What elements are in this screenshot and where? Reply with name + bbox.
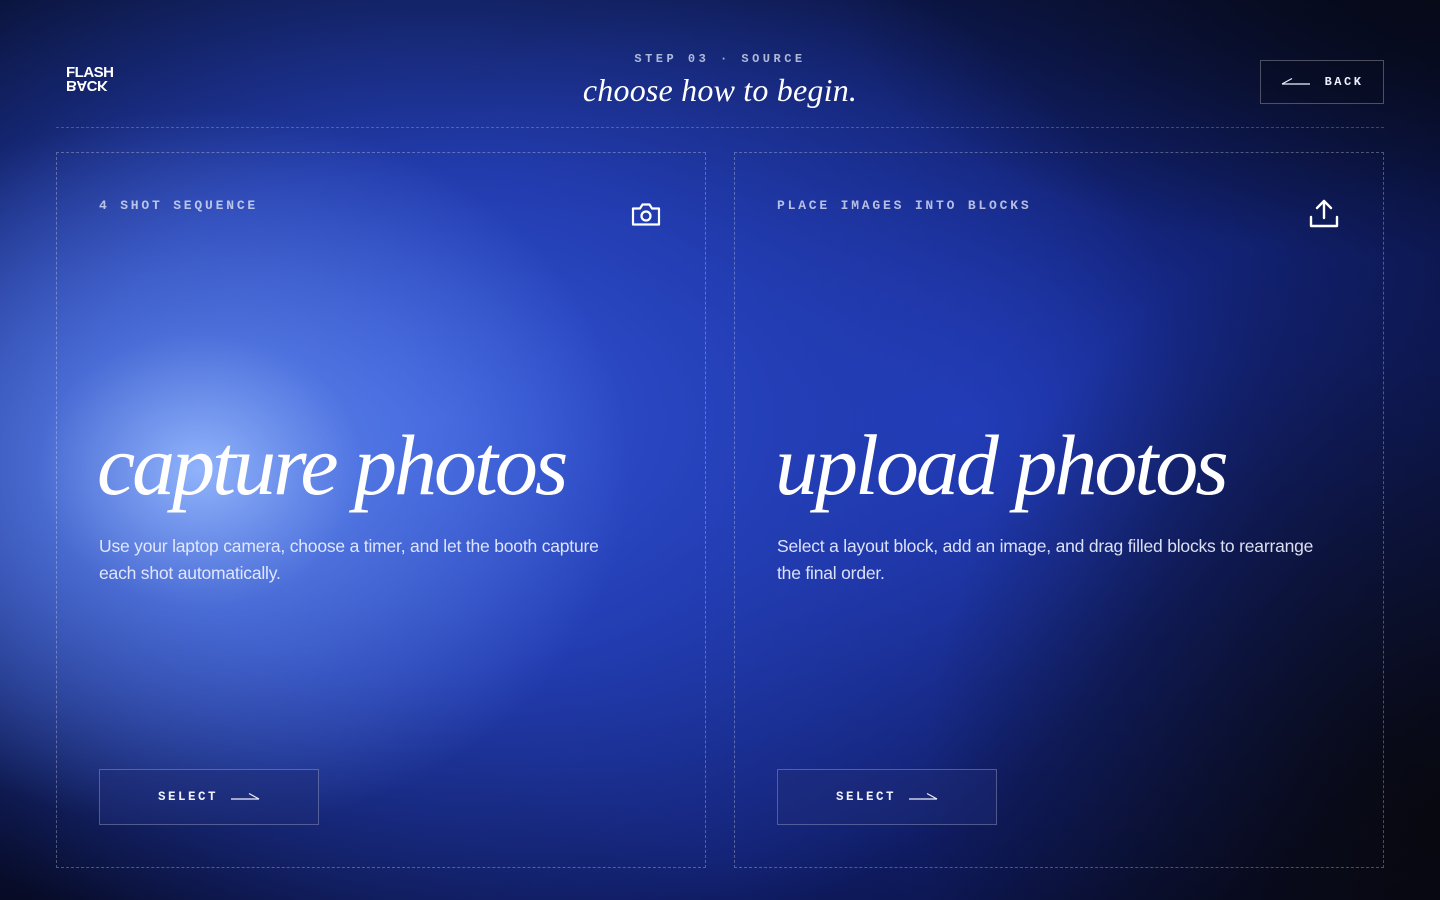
card-eyebrow: 4 SHOT SEQUENCE: [99, 198, 259, 213]
upload-icon: [1307, 197, 1341, 231]
card-title: capture photos: [97, 417, 568, 513]
select-upload-button[interactable]: SELECT: [777, 769, 997, 825]
card-eyebrow: PLACE IMAGES INTO BLOCKS: [777, 198, 1032, 213]
camera-icon: [629, 197, 663, 231]
header-divider: [56, 127, 1384, 128]
arrow-right-icon: [908, 792, 938, 802]
select-label: SELECT: [157, 790, 218, 804]
arrow-left-icon: [1281, 77, 1311, 87]
card-description: Use your laptop camera, choose a timer, …: [99, 536, 599, 583]
select-label: SELECT: [835, 790, 896, 804]
upload-photos-card[interactable]: PLACE IMAGES INTO BLOCKS upload photos S…: [734, 152, 1384, 868]
back-label: BACK: [1324, 75, 1364, 89]
select-capture-button[interactable]: SELECT: [99, 769, 319, 825]
capture-photos-card[interactable]: 4 SHOT SEQUENCE capture photos Use your …: [56, 152, 706, 868]
step-indicator: STEP 03 · SOURCE: [634, 52, 806, 66]
arrow-right-icon: [230, 792, 260, 802]
page-title: choose how to begin.: [582, 72, 858, 108]
card-description: Select a layout block, add an image, and…: [777, 536, 1314, 583]
back-button[interactable]: BACK: [1260, 60, 1384, 104]
card-title: upload photos: [775, 417, 1229, 513]
page-header: STEP 03 · SOURCE choose how to begin.: [0, 52, 1440, 109]
